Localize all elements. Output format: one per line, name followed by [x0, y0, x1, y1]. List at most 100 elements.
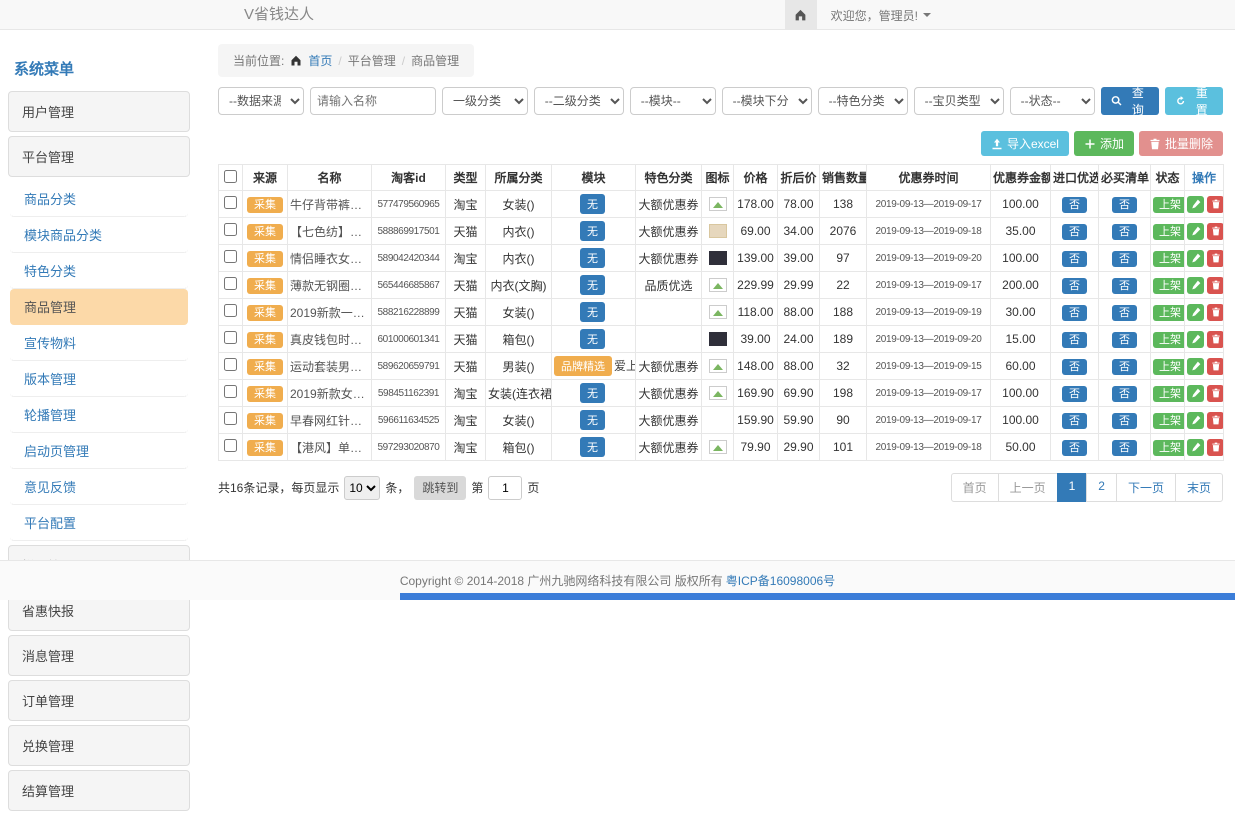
filter-select[interactable]: --模块-- [630, 87, 716, 115]
must-buy-badge[interactable]: 否 [1112, 359, 1137, 375]
user-menu[interactable]: 欢迎您，管理员! [817, 0, 945, 30]
import-excel-button[interactable]: 导入excel [981, 131, 1069, 156]
import-select-badge[interactable]: 否 [1062, 251, 1087, 267]
edit-button[interactable] [1187, 223, 1204, 240]
row-checkbox[interactable] [224, 385, 237, 398]
filter-select[interactable]: --特色分类-- [818, 87, 908, 115]
import-select-badge[interactable]: 否 [1062, 224, 1087, 240]
status-badge[interactable]: 上架 [1153, 359, 1185, 375]
status-badge[interactable]: 上架 [1153, 413, 1185, 429]
must-buy-badge[interactable]: 否 [1112, 332, 1137, 348]
edit-button[interactable] [1187, 250, 1204, 267]
jump-button[interactable]: 跳转到 [414, 476, 466, 500]
edit-button[interactable] [1187, 304, 1204, 321]
row-checkbox[interactable] [224, 412, 237, 425]
status-badge[interactable]: 上架 [1153, 197, 1185, 213]
sidebar-subitem[interactable]: 特色分类 [10, 253, 188, 289]
import-select-badge[interactable]: 否 [1062, 305, 1087, 321]
import-select-badge[interactable]: 否 [1062, 278, 1087, 294]
delete-button[interactable] [1207, 385, 1224, 402]
sidebar-subitem[interactable]: 商品管理 [10, 289, 188, 325]
icp-link[interactable]: 粤ICP备16098006号 [726, 572, 835, 589]
delete-button[interactable] [1207, 412, 1224, 429]
edit-button[interactable] [1187, 412, 1204, 429]
horizontal-scrollbar-thumb[interactable] [400, 593, 1235, 600]
row-checkbox[interactable] [224, 250, 237, 263]
row-checkbox[interactable] [224, 196, 237, 209]
status-badge[interactable]: 上架 [1153, 386, 1185, 402]
delete-button[interactable] [1207, 331, 1224, 348]
edit-button[interactable] [1187, 196, 1204, 213]
must-buy-badge[interactable]: 否 [1112, 251, 1137, 267]
delete-button[interactable] [1207, 277, 1224, 294]
edit-button[interactable] [1187, 385, 1204, 402]
filter-select[interactable]: --模块下分类-- [722, 87, 812, 115]
status-badge[interactable]: 上架 [1153, 305, 1185, 321]
home-button[interactable] [785, 0, 817, 30]
filter-select[interactable]: --状态-- [1010, 87, 1096, 115]
status-badge[interactable]: 上架 [1153, 251, 1185, 267]
data-source-select[interactable]: --数据来源-- [218, 87, 304, 115]
page-button[interactable]: 上一页 [998, 473, 1058, 502]
sidebar-subitem[interactable]: 版本管理 [10, 361, 188, 397]
delete-button[interactable] [1207, 304, 1224, 321]
edit-button[interactable] [1187, 439, 1204, 456]
must-buy-badge[interactable]: 否 [1112, 278, 1137, 294]
filter-select[interactable]: --宝贝类型-- [914, 87, 1004, 115]
page-button[interactable]: 1 [1057, 473, 1088, 502]
row-checkbox[interactable] [224, 304, 237, 317]
sidebar-item[interactable]: 平台管理 [8, 136, 190, 177]
select-all-checkbox[interactable] [224, 170, 237, 183]
status-badge[interactable]: 上架 [1153, 224, 1185, 240]
sidebar-subitem[interactable]: 轮播管理 [10, 397, 188, 433]
reset-button[interactable]: 重置 [1165, 87, 1223, 115]
batch-delete-button[interactable]: 批量删除 [1139, 131, 1223, 156]
must-buy-badge[interactable]: 否 [1112, 197, 1137, 213]
add-button[interactable]: 添加 [1074, 131, 1134, 156]
import-select-badge[interactable]: 否 [1062, 332, 1087, 348]
must-buy-badge[interactable]: 否 [1112, 224, 1137, 240]
sidebar-subitem[interactable]: 平台配置 [10, 505, 188, 541]
row-checkbox[interactable] [224, 358, 237, 371]
sidebar-subitem[interactable]: 启动页管理 [10, 433, 188, 469]
must-buy-badge[interactable]: 否 [1112, 440, 1137, 456]
row-checkbox[interactable] [224, 331, 237, 344]
name-search-input[interactable] [310, 87, 436, 115]
import-select-badge[interactable]: 否 [1062, 197, 1087, 213]
edit-button[interactable] [1187, 277, 1204, 294]
import-select-badge[interactable]: 否 [1062, 440, 1087, 456]
row-checkbox[interactable] [224, 223, 237, 236]
sidebar-item[interactable]: 用户管理 [8, 91, 190, 132]
sidebar-item[interactable]: 消息管理 [8, 635, 190, 676]
page-button[interactable]: 2 [1086, 473, 1117, 502]
filter-select[interactable]: 一级分类 [442, 87, 528, 115]
page-button[interactable]: 下一页 [1116, 473, 1176, 502]
sidebar-subitem[interactable]: 商品分类 [10, 181, 188, 217]
breadcrumb-home-link[interactable]: 首页 [308, 52, 332, 69]
edit-button[interactable] [1187, 331, 1204, 348]
sidebar-subitem[interactable]: 意见反馈 [10, 469, 188, 505]
page-button[interactable]: 首页 [951, 473, 999, 502]
sidebar-item[interactable]: 结算管理 [8, 770, 190, 811]
import-select-badge[interactable]: 否 [1062, 386, 1087, 402]
import-select-badge[interactable]: 否 [1062, 413, 1087, 429]
import-select-badge[interactable]: 否 [1062, 359, 1087, 375]
sidebar-item[interactable]: 订单管理 [8, 680, 190, 721]
edit-button[interactable] [1187, 358, 1204, 375]
sidebar-subitem[interactable]: 模块商品分类 [10, 217, 188, 253]
delete-button[interactable] [1207, 250, 1224, 267]
row-checkbox[interactable] [224, 277, 237, 290]
sidebar-item[interactable]: 兑换管理 [8, 725, 190, 766]
delete-button[interactable] [1207, 196, 1224, 213]
status-badge[interactable]: 上架 [1153, 440, 1185, 456]
must-buy-badge[interactable]: 否 [1112, 386, 1137, 402]
jump-page-input[interactable] [488, 476, 522, 500]
search-button[interactable]: 查询 [1101, 87, 1159, 115]
delete-button[interactable] [1207, 223, 1224, 240]
delete-button[interactable] [1207, 358, 1224, 375]
delete-button[interactable] [1207, 439, 1224, 456]
status-badge[interactable]: 上架 [1153, 332, 1185, 348]
sidebar-subitem[interactable]: 宣传物料 [10, 325, 188, 361]
status-badge[interactable]: 上架 [1153, 278, 1185, 294]
must-buy-badge[interactable]: 否 [1112, 305, 1137, 321]
